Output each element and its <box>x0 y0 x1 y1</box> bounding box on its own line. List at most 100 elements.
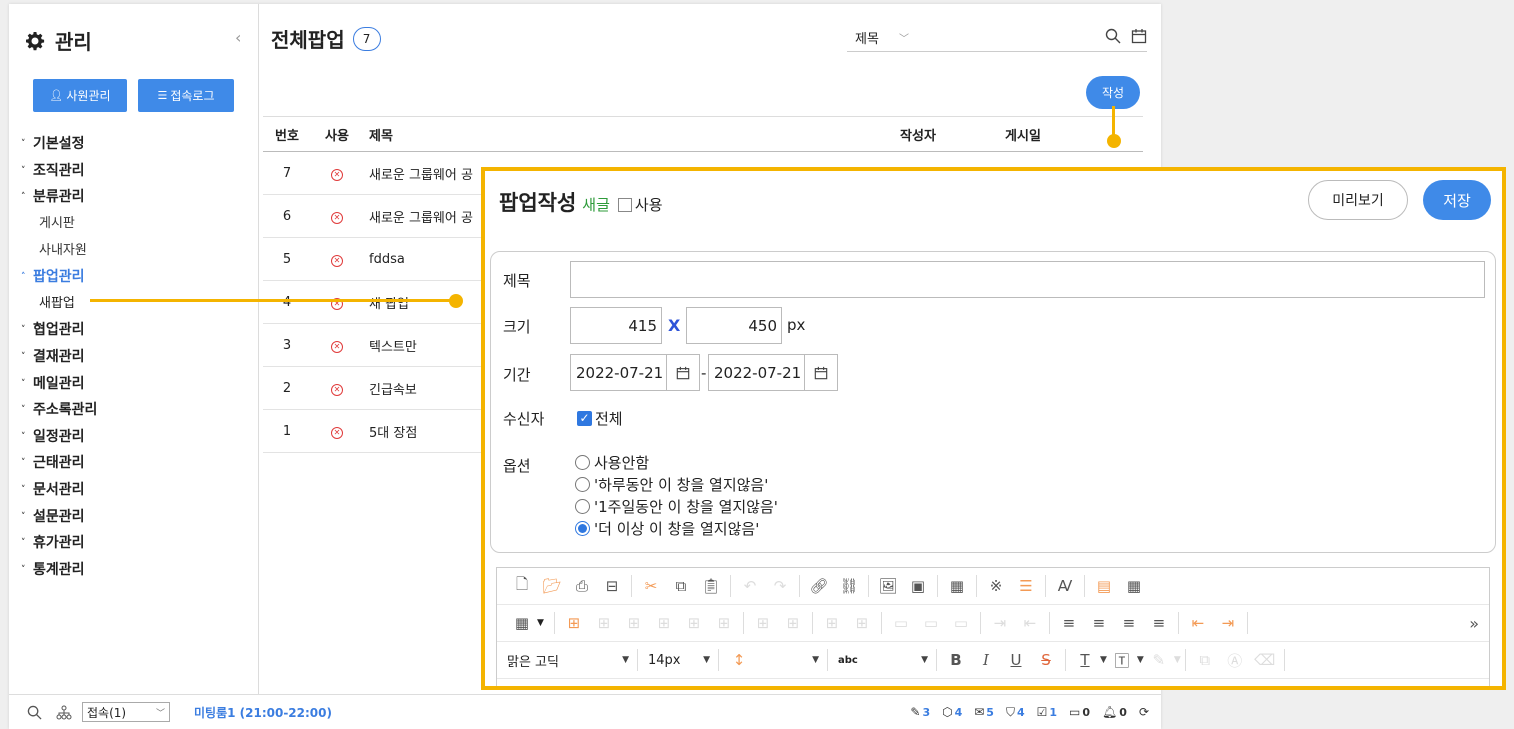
table-merge-icon[interactable]: ⊞ <box>619 608 649 638</box>
paste-format-icon[interactable]: Ⓐ <box>1220 645 1250 675</box>
page-break-icon[interactable]: ⊟ <box>597 571 627 601</box>
write-button[interactable]: 작성 <box>1086 76 1140 109</box>
print-icon[interactable]: ⎙ <box>567 571 597 601</box>
col-no[interactable]: 번호 <box>263 125 311 144</box>
table-delete-row-icon[interactable]: ⊞ <box>679 608 709 638</box>
menu-item-board[interactable]: 게시판 <box>21 211 251 238</box>
horizontal-line-icon[interactable]: ☰ <box>1011 571 1041 601</box>
copy-format-icon[interactable]: ⧉ <box>1190 645 1220 675</box>
cell-insert-icon[interactable]: ⊞ <box>817 608 847 638</box>
menu-item-address[interactable]: ˅ 주소록관리 <box>21 397 251 424</box>
font-size-select[interactable]: 14px ▼ <box>648 653 710 668</box>
cut-icon[interactable]: ✂ <box>636 571 666 601</box>
redo-icon[interactable]: ↷ <box>765 571 795 601</box>
col-author[interactable]: 작성자 <box>863 125 973 144</box>
calendar-icon[interactable] <box>665 355 699 390</box>
table-insert-icon[interactable]: ▦ <box>1119 571 1149 601</box>
menu-item-popup[interactable]: ˄ 팝업관리 <box>21 264 251 291</box>
template-icon[interactable]: ▤ <box>1089 571 1119 601</box>
preview-button[interactable]: 미리보기 <box>1308 180 1408 220</box>
outdent-icon[interactable]: ⇤ <box>1183 608 1213 638</box>
end-date-field[interactable]: 2022-07-21 <box>708 354 838 391</box>
font-family-select[interactable]: 맑은 고딕 ▼ <box>507 651 629 670</box>
more-icon[interactable]: » <box>1469 614 1479 633</box>
menu-item-stats[interactable]: ˅ 통계관리 <box>21 557 251 584</box>
table-icon[interactable]: ▦ <box>507 608 537 638</box>
employee-button[interactable]: 👤︎ 사원관리 <box>33 79 127 112</box>
checkbox-checked-icon[interactable]: ✓ <box>577 411 592 426</box>
menu-item-schedule[interactable]: ˅ 일정관리 <box>21 424 251 451</box>
collapse-icon[interactable]: ‹ <box>235 28 241 47</box>
italic-icon[interactable]: I <box>971 645 1001 675</box>
text-color-icon[interactable]: T <box>1070 645 1100 675</box>
width-input[interactable]: 415 <box>570 307 662 344</box>
bg-color-icon[interactable]: 🅃 <box>1107 645 1137 675</box>
menu-item-attendance[interactable]: ˅ 근태관리 <box>21 450 251 477</box>
media-icon[interactable]: ▦ <box>942 571 972 601</box>
height-input[interactable]: 450 <box>686 307 782 344</box>
menu-item-survey[interactable]: ˅ 설문관리 <box>21 503 251 530</box>
bold-icon[interactable]: B <box>941 645 971 675</box>
new-document-icon[interactable]: 🗋 <box>507 571 537 601</box>
chevron-down-icon[interactable]: ▼ <box>1100 655 1107 665</box>
open-folder-icon[interactable]: 📂︎ <box>537 571 567 601</box>
search-input[interactable] <box>919 30 1095 45</box>
clear-format-icon[interactable]: ⌫ <box>1250 645 1280 675</box>
search-field-select[interactable]: 제목 <box>855 28 899 47</box>
search-icon[interactable] <box>1105 28 1121 48</box>
cell-split-icon[interactable]: ⊞ <box>778 608 808 638</box>
line-height-select[interactable]: ↕ ▼ <box>729 645 819 675</box>
table-delete-col-icon[interactable]: ⊞ <box>709 608 739 638</box>
menu-item-category[interactable]: ˄ 분류관리 <box>21 184 251 211</box>
cell-align-top-icon[interactable]: ▭ <box>886 608 916 638</box>
underline-icon[interactable]: U <box>1001 645 1031 675</box>
strikethrough-icon[interactable]: S <box>1031 645 1061 675</box>
menu-item-org[interactable]: ˅ 조직관리 <box>21 158 251 185</box>
menu-item-resource[interactable]: 사내자원 <box>21 237 251 264</box>
copy-icon[interactable]: ⧉ <box>666 571 696 601</box>
cell-delete-icon[interactable]: ⊞ <box>847 608 877 638</box>
cell-align-middle-icon[interactable]: ▭ <box>916 608 946 638</box>
menu-item-collab[interactable]: ˅ 협업관리 <box>21 317 251 344</box>
cell-align-bottom-icon[interactable]: ▭ <box>946 608 976 638</box>
chevron-down-icon[interactable]: ▼ <box>1174 655 1181 665</box>
calendar-icon[interactable] <box>1131 28 1147 48</box>
menu-item-new-popup[interactable]: 새팝업 <box>21 291 251 318</box>
align-right-icon[interactable]: ≡ <box>1114 608 1144 638</box>
align-center-icon[interactable]: ≡ <box>1084 608 1114 638</box>
chat-counter[interactable]: ▭ 0 <box>1069 705 1090 719</box>
mail-counter[interactable]: ✉ 5 <box>974 705 994 719</box>
option-radio-week[interactable]: '1주일동안 이 창을 열지않음' <box>575 495 778 517</box>
use-checkbox[interactable] <box>617 198 632 212</box>
special-char-icon[interactable]: ※ <box>981 571 1011 601</box>
start-date-field[interactable]: 2022-07-21 <box>570 354 700 391</box>
refresh-icon[interactable]: ⟳ <box>1139 705 1149 719</box>
search-icon[interactable] <box>27 705 42 720</box>
calendar-icon[interactable] <box>803 355 837 390</box>
option-radio-never[interactable]: '더 이상 이 창을 열지않음' <box>575 517 778 539</box>
table-row-icon[interactable]: ⊞ <box>559 608 589 638</box>
option-radio-day[interactable]: '하루동안 이 창을 열지않음' <box>575 473 778 495</box>
save-button[interactable]: 저장 <box>1423 180 1491 220</box>
chevron-down-icon[interactable]: ﹀ <box>899 30 909 45</box>
col-date[interactable]: 게시일 <box>973 125 1073 144</box>
menu-item-approval[interactable]: ˅ 결재관리 <box>21 344 251 371</box>
image-icon[interactable]: 🖼︎ <box>873 571 903 601</box>
option-radio-none[interactable]: 사용안함 <box>575 451 778 473</box>
letter-spacing-select[interactable]: abc ▼ <box>838 655 928 666</box>
menu-item-document[interactable]: ˅ 문서관리 <box>21 477 251 504</box>
org-chart-icon[interactable] <box>56 705 72 720</box>
title-input[interactable] <box>570 261 1485 298</box>
chevron-down-icon[interactable]: ▼ <box>1137 655 1144 665</box>
table-split-icon[interactable]: ⊞ <box>649 608 679 638</box>
align-left-icon[interactable]: ≡ <box>1054 608 1084 638</box>
shield-counter[interactable]: ⛉ 4 <box>1006 705 1025 720</box>
image-edit-icon[interactable]: ▣ <box>903 571 933 601</box>
align-justify-icon[interactable]: ≡ <box>1144 608 1174 638</box>
col-use[interactable]: 사용 <box>311 125 363 144</box>
bell-counter[interactable]: 🔔︎ 0 <box>1102 705 1127 719</box>
box-counter[interactable]: ⬡ 4 <box>942 705 962 719</box>
indent-cell-icon[interactable]: ⇥ <box>985 608 1015 638</box>
pen-counter[interactable]: ✎ 3 <box>910 705 930 719</box>
undo-icon[interactable]: ↶ <box>735 571 765 601</box>
